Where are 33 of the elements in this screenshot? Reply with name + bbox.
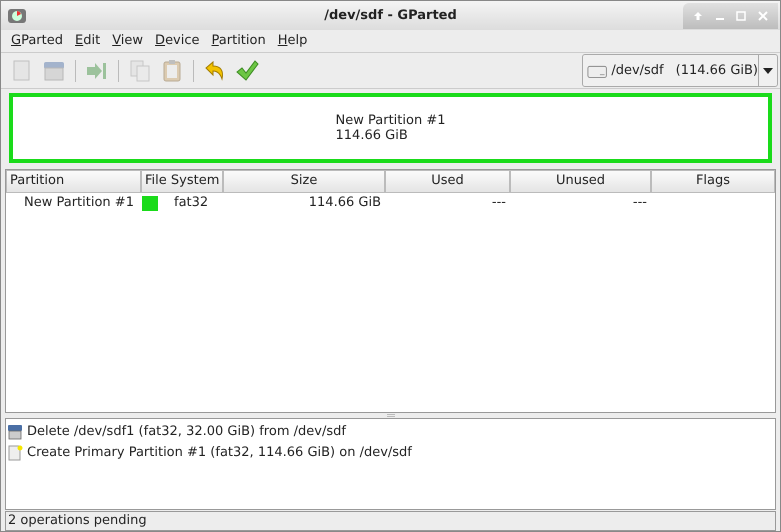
menu-item[interactable]: Help [278,31,308,51]
shade-icon[interactable] [692,10,703,20]
operation-text[interactable]: Delete /dev/sdf1 (fat32, 32.00 GiB) from /dev/sdf [27,422,346,442]
device-path: /dev/sdf [611,62,664,80]
menu-item[interactable]: Partition [212,31,266,51]
operation-text[interactable]: Create Primary Partition #1 (fat32, 114.66 GiB) on /dev/sdf [27,442,412,462]
table-cell-text: New Partition #1 [23,194,135,212]
close-icon[interactable] [758,10,768,20]
window-title: /dev/sdf - GParted [324,6,457,25]
column-header[interactable]: Size [223,170,385,193]
app-icon [7,8,27,24]
table-cell-text: 114.66 GiB [308,194,382,212]
partition-name: New Partition #1 [336,113,446,128]
table-cell-text: fat32 [174,194,208,212]
column-header[interactable]: File System [141,170,223,193]
column-header[interactable]: Flags [651,170,775,193]
menu-item[interactable]: Device [155,31,200,51]
menu-item[interactable]: View [112,31,144,51]
maximize-icon[interactable] [736,10,746,20]
column-header[interactable]: Partition [6,170,141,193]
device-size: (114.66 GiB) [676,62,758,80]
device-selector[interactable]: /dev/sdf (114.66 GiB) [582,54,778,87]
partition-size: 114.66 GiB [336,128,409,143]
menu-item[interactable]: Edit [75,31,100,51]
column-header[interactable]: Used [385,170,510,193]
table-cell-text: --- [490,194,507,212]
column-header[interactable]: Unused [510,170,651,193]
status-text: 2 operations pending [8,512,147,530]
dropdown-arrow-icon [763,68,773,74]
menu-item[interactable]: GParted [11,31,63,51]
checkmark-icon[interactable] [234,58,260,84]
table-cell-text: --- [632,194,648,212]
partition-map-block[interactable]: New Partition #1 114.66 GiB [9,93,772,163]
